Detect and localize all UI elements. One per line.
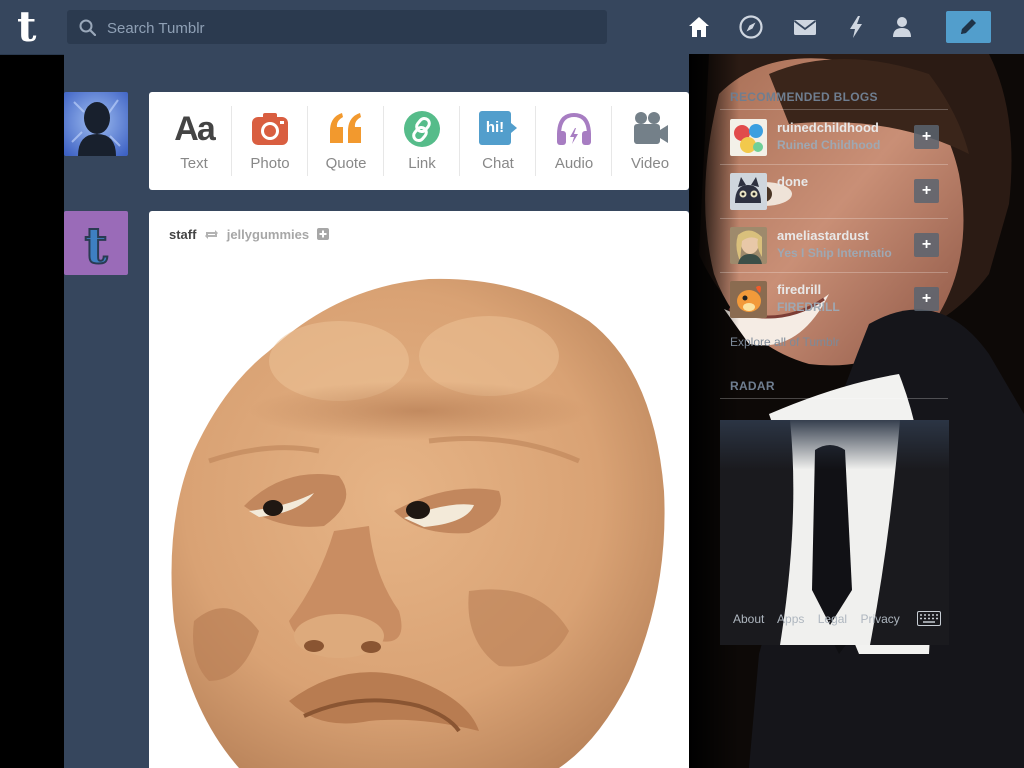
post-source-link[interactable]: jellygummies (227, 227, 309, 242)
silhouette-avatar-image (64, 92, 128, 156)
video-camera-icon (634, 112, 668, 144)
radar-heading: RADAR (730, 379, 775, 393)
svg-text:t: t (84, 216, 107, 275)
recommended-blogs-heading: RECOMMENDED BLOGS (730, 90, 878, 104)
blog-title: Ruined Childhood (777, 138, 881, 152)
footer-link-apps[interactable]: Apps (777, 612, 804, 626)
tumblr-logo[interactable]: t (17, 6, 49, 48)
blog-avatar (730, 281, 767, 318)
camera-icon (252, 113, 288, 145)
follow-button[interactable]: + (914, 287, 939, 311)
post-type-text[interactable]: Aa Text (156, 92, 232, 190)
post-type-chat[interactable]: hi! Chat (460, 92, 536, 190)
text-aa-icon: Aa (174, 110, 215, 148)
inbox-mail-icon[interactable] (792, 14, 818, 40)
post-type-label: Audio (554, 155, 594, 172)
search-icon (79, 19, 96, 36)
reblog-icon (205, 230, 219, 239)
post-author-link[interactable]: staff (169, 227, 196, 242)
blog-title: FIREDRILL (777, 300, 840, 314)
post-type-label: Photo (250, 155, 290, 172)
post-card: staff jellygummies (149, 211, 689, 768)
post-header: staff jellygummies (169, 227, 329, 243)
link-icon (404, 111, 440, 147)
account-person-icon[interactable] (889, 14, 915, 40)
user-avatar[interactable] (64, 92, 128, 156)
blog-name: firedrill (777, 282, 822, 297)
staff-avatar[interactable]: t (64, 211, 128, 275)
post-type-quote[interactable]: Quote (308, 92, 384, 190)
sidebar-footer: About Apps Legal Privacy (733, 612, 910, 628)
recommended-blog-item[interactable]: ameliastardust Yes I Ship Internatio + (720, 218, 948, 272)
recommended-blog-item[interactable]: ruinedchildhood Ruined Childhood + (720, 110, 948, 164)
blog-avatar (730, 119, 767, 156)
post-type-label: Text (180, 155, 208, 172)
explore-compass-icon[interactable] (738, 14, 764, 40)
home-icon[interactable] (686, 14, 712, 40)
blog-name: ruinedchildhood (777, 120, 879, 135)
blog-title: Yes I Ship Internatio (777, 246, 892, 260)
quote-icon (330, 113, 361, 143)
follow-button[interactable]: + (914, 179, 939, 203)
explore-all-link[interactable]: Explore all of Tumblr (730, 335, 839, 349)
keyboard-icon[interactable] (917, 611, 941, 626)
chat-hi-text: hi! (485, 119, 505, 136)
post-type-label: Chat (482, 155, 514, 172)
plus-icon[interactable] (316, 228, 329, 240)
footer-link-privacy[interactable]: Privacy (860, 612, 899, 626)
blog-name: done (777, 174, 809, 189)
footer-link-about[interactable]: About (733, 612, 764, 626)
recommended-blog-item[interactable]: done + (720, 164, 948, 218)
footer-link-legal[interactable]: Legal (818, 612, 847, 626)
blog-avatar (730, 173, 767, 210)
post-type-audio[interactable]: Audio (536, 92, 612, 190)
post-type-label: Link (408, 155, 436, 172)
follow-button[interactable]: + (914, 125, 939, 149)
blog-avatar (730, 227, 767, 264)
post-type-bar: Aa Text Photo Quote Link hi! Chat Audio … (149, 92, 689, 190)
pencil-icon (961, 19, 976, 34)
clay-face-image[interactable] (149, 261, 689, 768)
post-type-label: Quote (325, 155, 367, 172)
blog-name: ameliastardust (777, 228, 869, 243)
post-type-label: Video (630, 155, 670, 172)
post-type-photo[interactable]: Photo (232, 92, 308, 190)
compose-button[interactable] (946, 11, 991, 43)
search-box[interactable] (67, 10, 607, 46)
headphones-icon (557, 112, 591, 145)
activity-lightning-icon[interactable] (843, 14, 869, 40)
post-type-video[interactable]: Video (612, 92, 688, 190)
recommended-blog-item[interactable]: firedrill FIREDRILL + (720, 272, 948, 326)
top-nav-bar: t (0, 0, 1024, 55)
post-type-link[interactable]: Link (384, 92, 460, 190)
staff-t-avatar-image: t (64, 211, 128, 275)
follow-button[interactable]: + (914, 233, 939, 257)
search-input[interactable] (105, 10, 589, 46)
